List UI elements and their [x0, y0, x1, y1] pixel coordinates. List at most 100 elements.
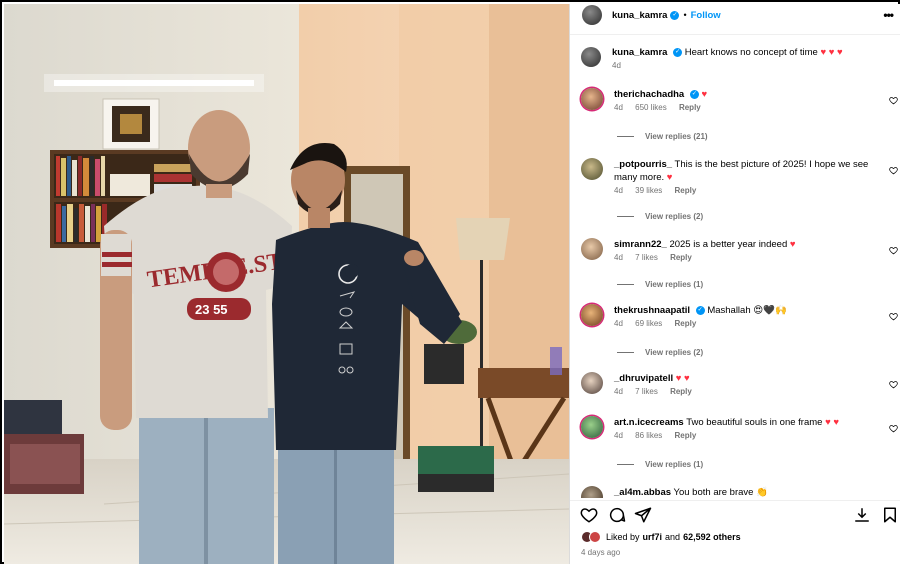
comment-emoji: 👏 — [756, 487, 768, 498]
like-comment-heart-icon[interactable] — [889, 166, 898, 175]
commenter-username[interactable]: art.n.icecreams — [614, 417, 684, 428]
post-time: 4 days ago — [581, 548, 621, 557]
verified-icon: ✓ — [673, 47, 683, 57]
share-icon[interactable] — [634, 506, 652, 524]
reply-button[interactable]: Reply — [670, 387, 692, 396]
commenter-avatar[interactable] — [581, 158, 603, 180]
view-replies-button[interactable]: View replies (1) — [617, 460, 703, 469]
view-replies-label: View replies (1) — [645, 460, 704, 469]
comment-emoji: ♥ — [789, 239, 796, 250]
author-avatar-small[interactable] — [581, 47, 601, 67]
comment-likes[interactable]: 7 likes — [635, 387, 658, 396]
verified-icon: ✓ — [689, 89, 699, 99]
view-replies-button[interactable]: View replies (2) — [617, 212, 703, 221]
commenter-avatar[interactable] — [581, 238, 603, 260]
like-comment-heart-icon[interactable] — [889, 380, 898, 389]
comment-likes[interactable]: 650 likes — [635, 103, 667, 112]
like-comment-heart-icon[interactable] — [889, 246, 898, 255]
commenter-username[interactable]: therichachadha — [614, 89, 684, 100]
commenter-avatar[interactable] — [581, 88, 603, 110]
commenter-avatar[interactable] — [581, 416, 603, 438]
comments-panel: kuna_kamra ✓ • Follow ••• kuna_kamra ✓ H… — [569, 4, 900, 564]
reply-button[interactable]: Reply — [675, 186, 697, 195]
commenter-avatar[interactable] — [581, 486, 603, 498]
save-icon[interactable] — [881, 506, 899, 524]
comment-item: art.n.icecreams Two beautiful souls in o… — [570, 416, 900, 440]
comment-text: 2025 is a better year indeed — [669, 239, 788, 250]
comment-text: Two beautiful souls in one frame — [686, 417, 823, 428]
follow-button[interactable]: Follow — [691, 10, 721, 21]
comment-text: Mashallah — [707, 305, 751, 316]
comment-likes[interactable]: 86 likes — [635, 431, 662, 440]
comment-icon[interactable] — [608, 506, 626, 524]
view-replies-label: View replies (21) — [645, 132, 708, 141]
comment-emoji: 😍🖤🙌 — [753, 305, 787, 316]
liked-by-and: and — [665, 532, 681, 542]
commenter-username[interactable]: _potpourris_ — [614, 159, 672, 170]
view-replies-button[interactable]: View replies (1) — [617, 280, 703, 289]
comment-item: _al4m.abbas You both are brave 👏 — [570, 486, 900, 498]
commenter-username[interactable]: thekrushnaapatil — [614, 305, 690, 316]
like-comment-heart-icon[interactable] — [889, 96, 898, 105]
comment-time: 4d — [614, 186, 623, 195]
comment-likes[interactable]: 7 likes — [635, 253, 658, 262]
commenter-username[interactable]: simrann22_ — [614, 239, 667, 250]
commenter-avatar[interactable] — [581, 304, 603, 326]
commenter-username[interactable]: _al4m.abbas — [614, 487, 671, 498]
verified-icon: ✓ — [695, 305, 705, 315]
comment-time: 4d — [614, 103, 623, 112]
comment-item: thekrushnaapatil ✓ Mashallah 😍🖤🙌 4d 69 l… — [570, 304, 900, 328]
caption-time: 4d — [612, 61, 621, 70]
post-header: kuna_kamra ✓ • Follow ••• — [570, 4, 900, 26]
separator-dot: • — [683, 10, 687, 20]
liked-by-user[interactable]: urf7i — [643, 532, 663, 542]
comment-likes[interactable]: 69 likes — [635, 319, 662, 328]
verified-icon: ✓ — [670, 10, 680, 20]
view-replies-button[interactable]: View replies (2) — [617, 348, 703, 357]
author-username[interactable]: kuna_kamra — [612, 10, 667, 21]
heart-icon[interactable] — [580, 506, 598, 524]
comment-emoji: ♥ ♥ — [675, 373, 690, 384]
caption-text: Heart knows no concept of time — [684, 47, 818, 58]
author-avatar[interactable] — [582, 5, 602, 25]
comment-item: therichachadha ✓ ♥ 4d 650 likes Reply — [570, 88, 900, 112]
likes-summary[interactable]: Liked by urf7i and 62,592 others — [581, 531, 741, 543]
reply-button[interactable]: Reply — [679, 103, 701, 112]
download-icon[interactable] — [853, 506, 871, 524]
comment-emoji: ♥ — [666, 172, 673, 183]
reply-button[interactable]: Reply — [675, 431, 697, 440]
comment-item: _potpourris_ This is the best picture of… — [570, 158, 900, 195]
more-icon[interactable]: ••• — [883, 8, 894, 22]
post-actions — [570, 500, 900, 524]
comments-list[interactable]: kuna_kamra ✓ Heart knows no concept of t… — [570, 38, 900, 498]
like-comment-heart-icon[interactable] — [889, 312, 898, 321]
comment-item: simrann22_ 2025 is a better year indeed … — [570, 238, 900, 262]
view-replies-button[interactable]: View replies (21) — [617, 132, 708, 141]
commenter-avatar[interactable] — [581, 372, 603, 394]
view-replies-label: View replies (2) — [645, 348, 704, 357]
comment-likes[interactable]: 39 likes — [635, 186, 662, 195]
comment-emoji: ♥ — [701, 89, 708, 100]
instagram-post-window: TEMPLE.ST 23 55 — [0, 0, 900, 564]
caption-username[interactable]: kuna_kamra — [612, 47, 667, 58]
post-photo: TEMPLE.ST 23 55 — [4, 4, 569, 564]
reply-button[interactable]: Reply — [670, 253, 692, 262]
view-replies-label: View replies (1) — [645, 280, 704, 289]
heart-emoji: ♥ ♥ ♥ — [820, 47, 843, 58]
view-replies-label: View replies (2) — [645, 212, 704, 221]
svg-text:23 55: 23 55 — [195, 302, 228, 317]
comment-time: 4d — [614, 253, 623, 262]
comment-time: 4d — [614, 319, 623, 328]
comment-time: 4d — [614, 431, 623, 440]
comment-item: _dhruvipatell ♥ ♥ 4d 7 likes Reply — [570, 372, 900, 396]
comment-time: 4d — [614, 387, 623, 396]
comment-text: You both are brave — [673, 487, 754, 498]
commenter-username[interactable]: _dhruvipatell — [614, 373, 673, 384]
like-comment-heart-icon[interactable] — [889, 424, 898, 433]
comment-emoji: ♥ ♥ — [825, 417, 839, 428]
liked-by-others[interactable]: 62,592 others — [683, 532, 741, 542]
header-divider — [570, 34, 900, 35]
post-caption: kuna_kamra ✓ Heart knows no concept of t… — [570, 46, 900, 70]
liker-avatar — [589, 531, 601, 543]
reply-button[interactable]: Reply — [675, 319, 697, 328]
